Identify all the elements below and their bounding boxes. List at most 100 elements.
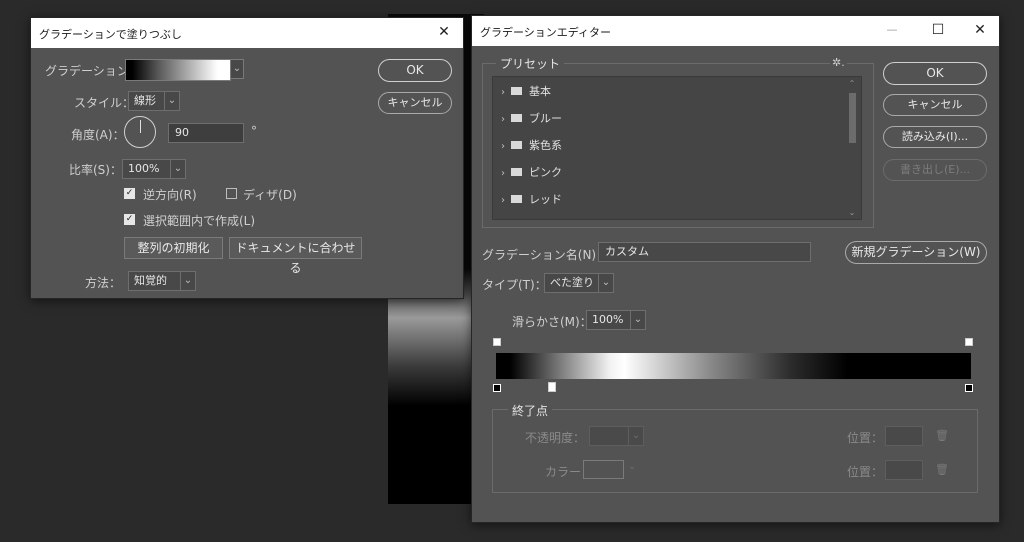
chevron-right-icon: › <box>501 141 505 152</box>
gradient-picker-dropdown[interactable]: ⌄ <box>230 59 244 79</box>
fit-document-button[interactable]: ドキュメントに合わせる <box>229 237 362 275</box>
color-swatch <box>583 460 624 479</box>
gradient-editor-titlebar: グラデーションエディター — ☐ ✕ <box>472 16 999 46</box>
presets-scrollbar[interactable]: ⌃ ⌄ <box>847 79 857 217</box>
color-stop-left[interactable] <box>493 384 501 392</box>
ok-button[interactable]: OK <box>378 59 452 82</box>
selection-label: 選択範囲内で作成(L) <box>143 214 256 228</box>
preset-folder-label: レッド <box>529 193 562 206</box>
chevron-right-icon: › <box>501 195 505 206</box>
gradient-fill-titlebar: グラデーションで塗りつぶし ✕ <box>31 18 463 48</box>
type-value: べた塗り <box>550 276 594 289</box>
style-select[interactable]: 線形 ⌄ <box>128 91 180 111</box>
chevron-right-icon: › <box>501 168 505 179</box>
ok-button[interactable]: OK <box>883 62 987 85</box>
dither-label: ディザ(D) <box>243 188 297 202</box>
chevron-down-icon: ⌄ <box>630 311 645 329</box>
chevron-down-icon: ⌄ <box>232 63 242 74</box>
angle-dial[interactable] <box>124 116 156 148</box>
maximize-icon[interactable]: ☐ <box>925 19 951 41</box>
color-location-label: 位置： <box>847 465 884 479</box>
color-location-input <box>885 460 923 480</box>
preset-folder-purple[interactable]: › 紫色系 <box>501 137 562 157</box>
preset-folder-label: 基本 <box>529 85 551 98</box>
chevron-down-icon: ⌄ <box>598 274 613 292</box>
gradient-swatch[interactable] <box>125 59 231 81</box>
trash-icon: 🗑 <box>935 429 949 442</box>
trash-icon: 🗑 <box>935 463 949 476</box>
chevron-down-icon: ⌄ <box>170 160 185 178</box>
preset-folder-basic[interactable]: › 基本 <box>501 83 551 103</box>
gradient-fill-title: グラデーションで塗りつぶし <box>39 28 182 41</box>
chevron-down-icon: ⌄ <box>628 427 643 445</box>
reverse-label: 逆方向(R) <box>143 188 197 202</box>
smoothness-select[interactable]: 100% ⌄ <box>586 310 646 330</box>
reset-alignment-button[interactable]: 整列の初期化 <box>124 237 223 259</box>
method-value: 知覚的 <box>134 274 167 287</box>
presets-list: › 基本 › ブルー › 紫色系 › ピンク › レッド ⌃ ⌄ <box>492 76 862 220</box>
style-value: 線形 <box>134 94 156 107</box>
preset-folder-pink[interactable]: › ピンク <box>501 164 562 184</box>
angle-input[interactable]: 90 <box>168 123 244 143</box>
opacity-label: 不透明度： <box>525 431 586 445</box>
opacity-stop-left[interactable] <box>493 338 501 346</box>
chevron-down-icon: ⌄ <box>164 92 179 110</box>
dither-checkbox[interactable] <box>226 188 237 199</box>
gradient-name-input[interactable]: カスタム <box>598 242 811 262</box>
folder-icon <box>511 87 522 95</box>
gradient-editor-title: グラデーションエディター <box>480 26 612 39</box>
selection-checkbox[interactable]: ✓ <box>124 214 135 225</box>
method-select[interactable]: 知覚的 ⌄ <box>128 271 196 291</box>
angle-dial-needle <box>140 120 141 133</box>
method-label: 方法： <box>85 276 122 290</box>
gradient-name-label: グラデーション名(N)： <box>482 248 609 262</box>
presets-label: プリセット <box>496 55 565 72</box>
type-label: タイプ(T)： <box>482 278 547 292</box>
folder-icon <box>511 141 522 149</box>
load-button[interactable]: 読み込み(I)... <box>883 126 987 148</box>
opacity-location-label: 位置： <box>847 431 884 445</box>
preset-folder-label: ブルー <box>529 112 562 125</box>
color-stop-right[interactable] <box>965 384 973 392</box>
chevron-down-icon: ⌄ <box>848 208 856 217</box>
chevron-right-icon: › <box>501 114 505 125</box>
preset-folder-red[interactable]: › レッド <box>501 191 562 211</box>
minimize-icon[interactable]: — <box>879 19 905 41</box>
close-icon[interactable]: ✕ <box>967 19 993 41</box>
stops-group-label: 終了点 <box>508 402 553 419</box>
folder-icon <box>511 195 522 203</box>
opacity-location-input <box>885 426 923 446</box>
reverse-checkbox[interactable]: ✓ <box>124 188 135 199</box>
style-label: スタイル： <box>74 96 135 110</box>
preset-folder-label: ピンク <box>529 166 562 179</box>
preset-folder-label: 紫色系 <box>529 139 562 152</box>
folder-icon <box>511 168 522 176</box>
scale-value: 100% <box>128 162 160 175</box>
gradient-editor-dialog: グラデーションエディター — ☐ ✕ プリセット ✲. › 基本 › ブルー › 紫色… <box>471 15 1000 523</box>
close-icon[interactable]: ✕ <box>431 21 457 43</box>
scrollbar-thumb[interactable] <box>849 93 856 143</box>
gear-icon[interactable]: ✲. <box>830 56 847 69</box>
folder-icon <box>511 114 522 122</box>
color-stop-middle[interactable] <box>548 382 556 392</box>
export-button: 書き出し(E)... <box>883 159 987 181</box>
preset-folder-blue[interactable]: › ブルー <box>501 110 562 130</box>
chevron-down-icon: ⌄ <box>628 461 637 472</box>
angle-unit: ° <box>251 124 257 138</box>
smoothness-label: 滑らかさ(M)： <box>512 315 592 329</box>
cancel-button[interactable]: キャンセル <box>883 94 987 116</box>
stops-group <box>492 409 978 493</box>
opacity-stop-right[interactable] <box>965 338 973 346</box>
gradient-preview-bar[interactable] <box>496 353 971 379</box>
angle-label: 角度(A)： <box>71 128 125 142</box>
cancel-button[interactable]: キャンセル <box>378 92 452 114</box>
chevron-right-icon: › <box>501 87 505 98</box>
gradient-fill-dialog: グラデーションで塗りつぶし ✕ グラデーション： ⌄ スタイル： 線形 ⌄ 角度… <box>30 17 464 299</box>
type-select[interactable]: べた塗り ⌄ <box>544 273 614 293</box>
chevron-down-icon: ⌄ <box>180 272 195 290</box>
scale-label: 比率(S)： <box>69 163 122 177</box>
scale-select[interactable]: 100% ⌄ <box>122 159 186 179</box>
new-gradient-button[interactable]: 新規グラデーション(W) <box>845 241 987 264</box>
chevron-up-icon: ⌃ <box>848 79 856 88</box>
opacity-select: ⌄ <box>589 426 644 446</box>
